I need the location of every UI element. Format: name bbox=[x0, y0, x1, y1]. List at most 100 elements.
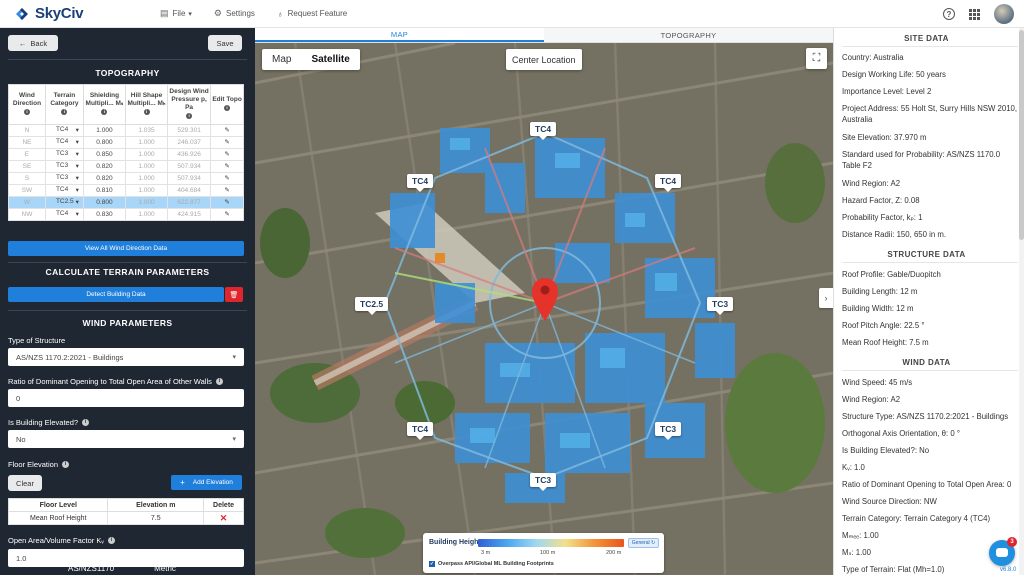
col-shielding: Shielding Multipli... Mₛ i bbox=[82, 84, 126, 125]
cell-shielding[interactable]: 0.800 bbox=[82, 195, 126, 209]
table-row: S TC3 ▾ 0.820 1.000 507.934 ✎ bbox=[8, 171, 244, 185]
wind-terrain-category: Terrain Category: Terrain Category 4 (TC… bbox=[842, 514, 991, 523]
chat-icon bbox=[996, 548, 1008, 557]
terrain-label-w[interactable]: TC2.5 bbox=[355, 297, 389, 315]
terrain-select[interactable]: TC4 ▾ bbox=[44, 135, 84, 149]
footprints-checkbox[interactable]: ✓ Overpass API/Global ML Building Footpr… bbox=[429, 561, 554, 567]
map-type-map[interactable]: Map bbox=[262, 49, 301, 70]
help-icon[interactable]: ? bbox=[943, 8, 955, 20]
skyciv-logo[interactable]: SkyCiv bbox=[14, 5, 154, 22]
info-icon: i bbox=[101, 109, 108, 116]
lightbulb-icon: ♁ bbox=[276, 8, 284, 19]
cell-shielding[interactable]: 0.830 bbox=[82, 207, 126, 221]
structure-data-title: STRUCTURE DATA bbox=[887, 250, 966, 259]
add-elevation-button[interactable]: + Add Elevation bbox=[171, 475, 242, 490]
user-avatar[interactable] bbox=[994, 4, 1014, 24]
tab-map[interactable]: MAP bbox=[255, 28, 544, 42]
wind-structure-type: Structure Type: AS/NZS 1170.2:2021 - Bui… bbox=[842, 412, 1009, 421]
delete-row-icon[interactable]: ✕ bbox=[203, 511, 244, 525]
pencil-icon[interactable]: ✎ bbox=[210, 123, 244, 137]
structure-type-select[interactable]: AS/NZS 1170.2:2021 - Buildings ▾ bbox=[8, 348, 244, 366]
table-row: SE TC3 ▾ 0.820 1.000 507.934 ✎ bbox=[8, 159, 244, 173]
scrollbar-thumb[interactable] bbox=[1019, 30, 1024, 240]
cell-hill-shape: 1.000 bbox=[124, 171, 169, 185]
pencil-icon[interactable]: ✎ bbox=[210, 135, 244, 149]
version-label: v6.8.0 bbox=[1000, 567, 1017, 573]
cell-shielding[interactable]: 0.810 bbox=[82, 183, 126, 197]
apps-grid-icon[interactable] bbox=[969, 8, 980, 20]
chevron-down-icon: ▾ bbox=[188, 10, 192, 18]
trash-icon[interactable]: 🗑 bbox=[225, 287, 243, 302]
site-probability-factor: Probability Factor, kₚ: 1 bbox=[842, 213, 923, 222]
center-location-button[interactable]: Center Location bbox=[506, 49, 582, 70]
cell-hill-shape: 1.000 bbox=[124, 135, 169, 149]
detect-building-data-button[interactable]: Detect Building Data bbox=[8, 287, 224, 302]
terrain-label-e[interactable]: TC3 bbox=[707, 297, 734, 315]
site-address: Project Address: 55 Holt St, Surry Hills… bbox=[842, 104, 1018, 124]
table-row: Mean Roof Height 7.5 ✕ bbox=[7, 511, 244, 525]
kv-label: Open Area/Volume Factor Kᵥ i bbox=[8, 536, 115, 545]
cell-shielding[interactable]: 1.000 bbox=[82, 123, 126, 137]
cell-shielding[interactable]: 0.800 bbox=[82, 135, 126, 149]
wind-ratio: Ratio of Dominant Opening to Total Open … bbox=[842, 480, 1012, 489]
menu-request-feature[interactable]: ♁ Request Feature bbox=[277, 9, 347, 19]
terrain-select[interactable]: TC3 ▾ bbox=[44, 147, 84, 161]
menu-settings[interactable]: ⚙ Settings bbox=[214, 8, 255, 19]
col-terrain-category: Terrain Category i bbox=[44, 84, 84, 125]
site-data-title: SITE DATA bbox=[904, 34, 949, 43]
menu-request-feature-label: Request Feature bbox=[287, 9, 348, 18]
pencil-icon[interactable]: ✎ bbox=[210, 207, 244, 221]
general-dropdown[interactable]: General ↻ bbox=[628, 538, 659, 548]
terrain-label-s[interactable]: TC3 bbox=[530, 473, 557, 491]
cell-shielding[interactable]: 0.850 bbox=[82, 147, 126, 161]
structure-width: Building Width: 12 m bbox=[842, 304, 914, 313]
pencil-icon[interactable]: ✎ bbox=[210, 147, 244, 161]
menu-file[interactable]: ▤ File ▾ bbox=[160, 8, 192, 19]
save-button[interactable]: Save bbox=[208, 35, 242, 51]
table-row-selected: W TC2.5 ▾ 0.800 1.000 622.877 ✎ bbox=[8, 195, 244, 209]
legend-gradient bbox=[478, 539, 624, 547]
terrain-label-nw[interactable]: TC4 bbox=[407, 174, 434, 192]
terrain-label-ne[interactable]: TC4 bbox=[655, 174, 682, 192]
terrain-select[interactable]: TC4 ▾ bbox=[44, 123, 84, 137]
elevated-select[interactable]: No ▾ bbox=[8, 430, 244, 448]
terrain-select[interactable]: TC4 ▾ bbox=[44, 183, 84, 197]
back-button[interactable]: ← Back bbox=[8, 35, 58, 51]
terrain-select[interactable]: TC3 ▾ bbox=[44, 171, 84, 185]
view-all-wind-data-button[interactable]: View All Wind Direction Data bbox=[8, 241, 244, 256]
cell-shielding[interactable]: 0.820 bbox=[82, 159, 126, 173]
ratio-input[interactable]: 0 bbox=[8, 389, 244, 407]
chevron-down-icon: ▾ bbox=[232, 354, 236, 361]
pencil-icon[interactable]: ✎ bbox=[210, 183, 244, 197]
terrain-select[interactable]: TC2.5 ▾ bbox=[44, 195, 84, 209]
terrain-label-sw[interactable]: TC4 bbox=[407, 422, 434, 440]
elevated-label: Is Building Elevated? i bbox=[8, 418, 90, 427]
plus-icon: + bbox=[180, 478, 185, 487]
map-type-satellite[interactable]: Satellite bbox=[301, 49, 359, 70]
legend-tick-min: 3 m bbox=[481, 550, 491, 556]
cell-hill-shape: 1.000 bbox=[124, 183, 169, 197]
chevron-right-icon[interactable]: › bbox=[819, 288, 833, 308]
clear-button[interactable]: Clear bbox=[8, 475, 42, 491]
cell-shielding[interactable]: 0.820 bbox=[82, 171, 126, 185]
pencil-icon[interactable]: ✎ bbox=[210, 159, 244, 173]
wind-speed: Wind Speed: 45 m/s bbox=[842, 378, 913, 387]
pencil-icon[interactable]: ✎ bbox=[210, 171, 244, 185]
terrain-label-n[interactable]: TC4 bbox=[530, 122, 557, 140]
terrain-select[interactable]: TC3 ▾ bbox=[44, 159, 84, 173]
terrain-label-se[interactable]: TC3 bbox=[655, 422, 682, 440]
chat-button[interactable]: 3 bbox=[989, 537, 1017, 566]
pencil-icon[interactable]: ✎ bbox=[210, 195, 244, 209]
tab-topography[interactable]: TOPOGRAPHY bbox=[544, 28, 833, 42]
units-label[interactable]: Metric bbox=[154, 564, 176, 573]
checkbox-checked-icon: ✓ bbox=[429, 561, 435, 567]
terrain-select[interactable]: TC4 ▾ bbox=[44, 207, 84, 221]
cell-elevation[interactable]: 7.5 bbox=[107, 511, 205, 525]
cell-direction: S bbox=[8, 171, 46, 185]
cell-pressure: 622.877 bbox=[167, 195, 212, 209]
cell-pressure: 436.926 bbox=[167, 147, 212, 161]
info-icon: i bbox=[186, 113, 193, 120]
fullscreen-icon[interactable]: ⛶ bbox=[806, 48, 827, 69]
design-code-label[interactable]: AS/NZS1170 bbox=[68, 564, 114, 573]
terrain-title: CALCULATE TERRAIN PARAMETERS bbox=[45, 267, 210, 277]
